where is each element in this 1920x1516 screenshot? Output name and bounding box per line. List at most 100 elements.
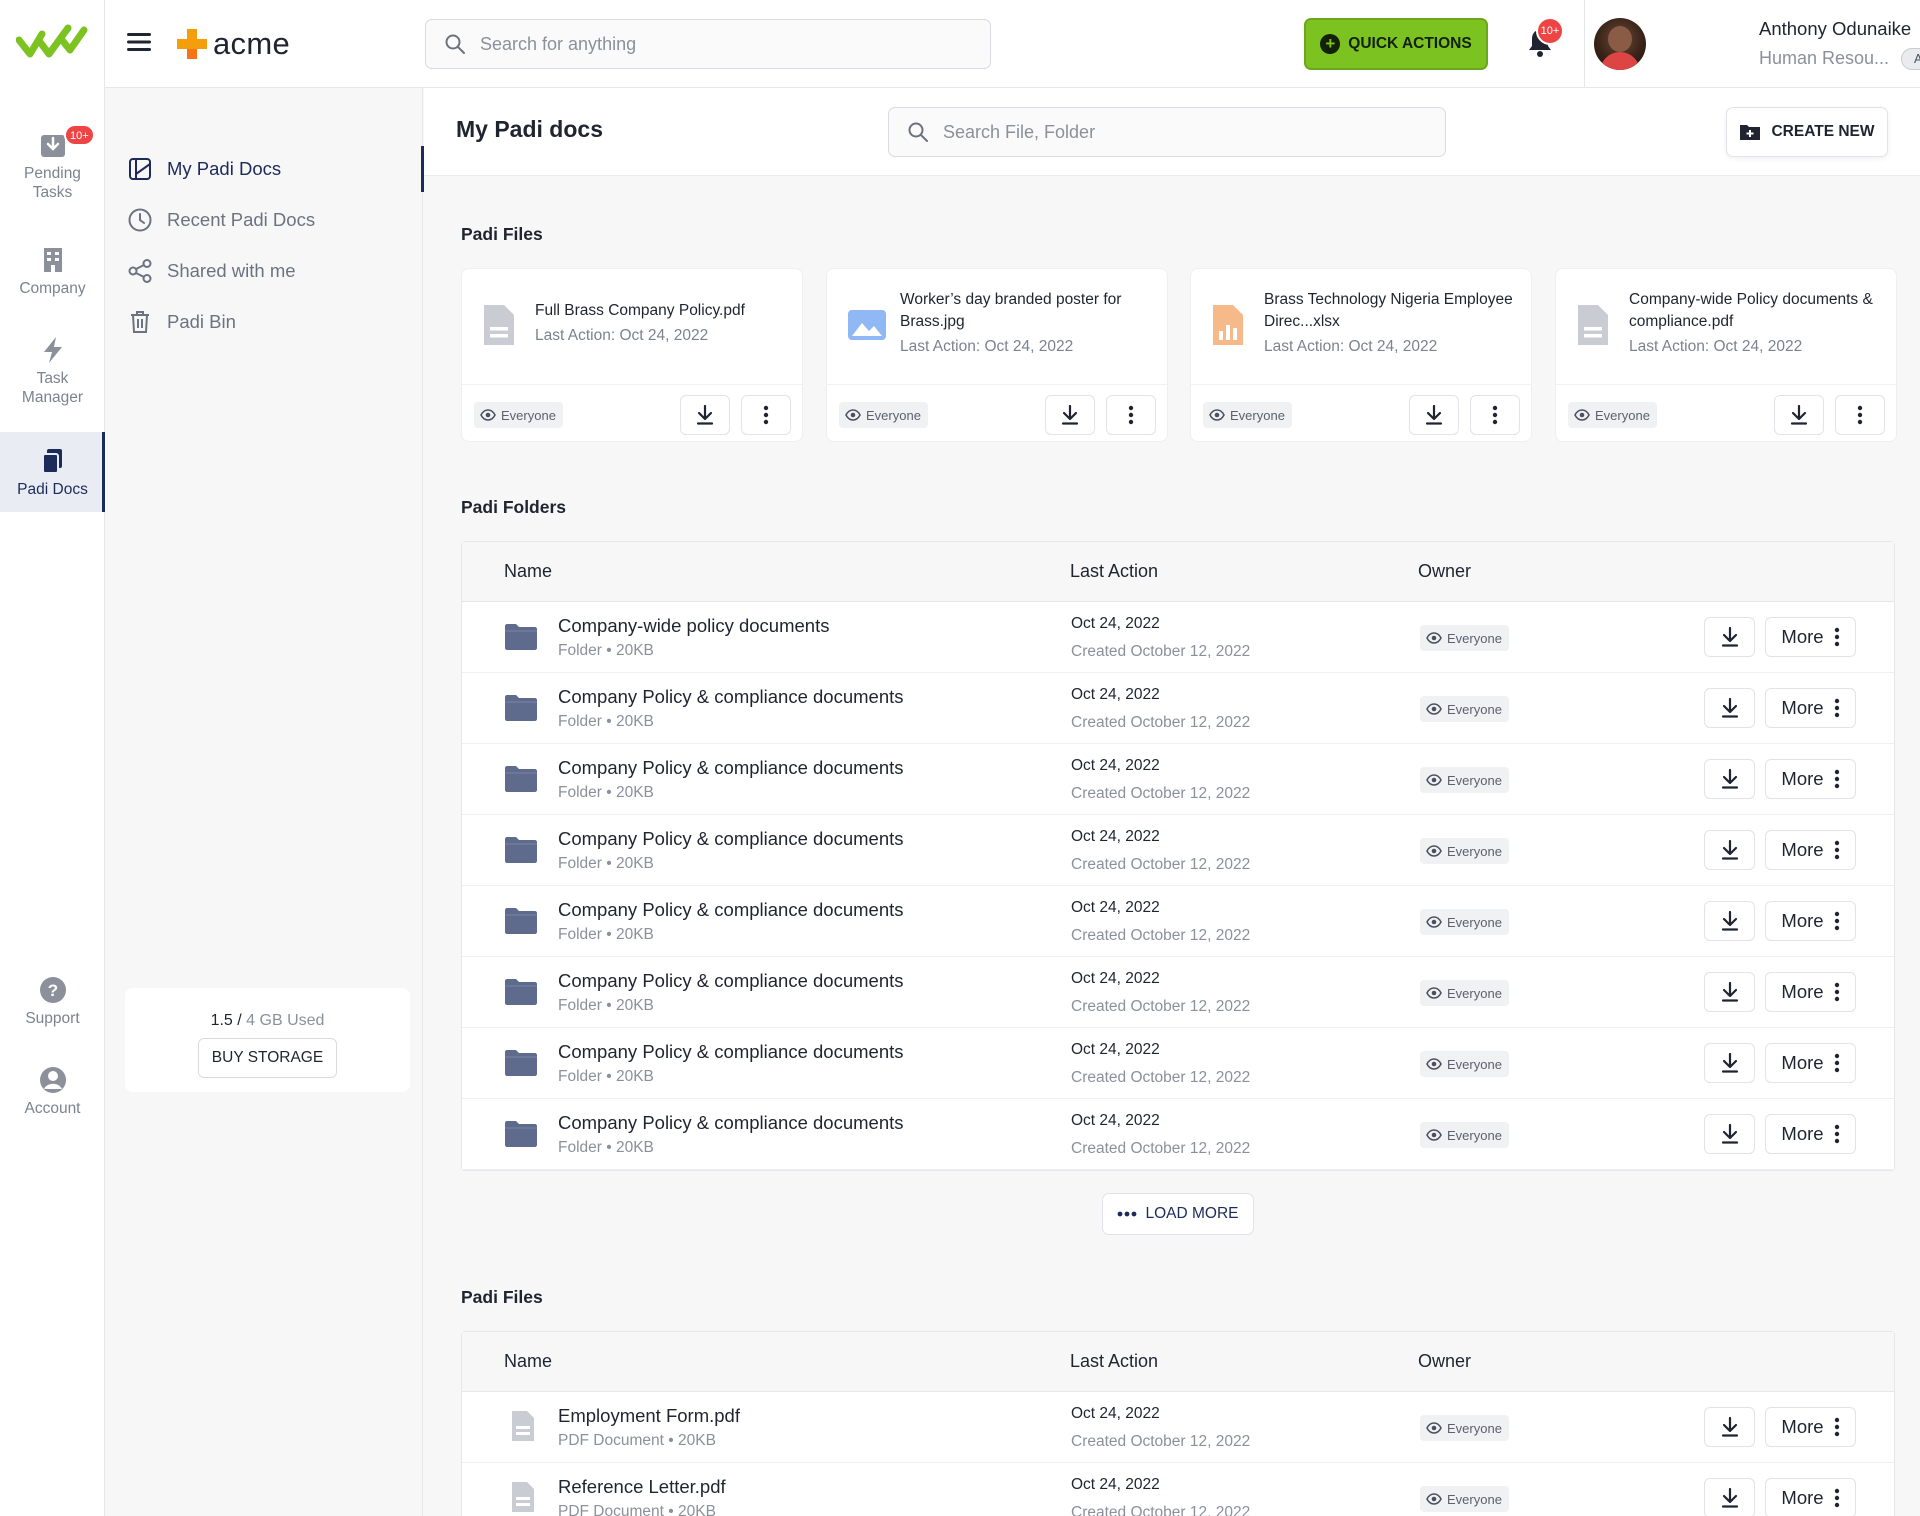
download-button[interactable] [1704, 901, 1755, 941]
download-icon [1721, 839, 1738, 860]
table-row[interactable]: Company Policy & compliance documents Fol… [462, 744, 1894, 815]
column-header-owner[interactable]: Owner [1418, 561, 1471, 582]
download-button[interactable] [1409, 395, 1459, 435]
owner-chip: Everyone [1420, 1415, 1509, 1441]
download-button[interactable] [1704, 617, 1755, 657]
more-button[interactable]: More [1765, 972, 1856, 1012]
column-header-name[interactable]: Name [504, 561, 552, 582]
buy-storage-button[interactable]: BUY STORAGE [198, 1038, 337, 1078]
file-card[interactable]: Full Brass Company Policy.pdf Last Action… [461, 268, 803, 442]
row-name[interactable]: Company Policy & compliance documents [558, 1041, 904, 1063]
download-button[interactable] [680, 395, 730, 435]
column-header-last-action[interactable]: Last Action [1070, 561, 1158, 582]
rail-item-company[interactable]: Company [0, 245, 105, 325]
row-created: Created October 12, 2022 [1071, 785, 1251, 802]
avatar[interactable] [1594, 18, 1646, 70]
eye-icon [845, 409, 861, 421]
more-button[interactable]: More [1765, 759, 1856, 799]
file-card[interactable]: Worker’s day branded poster for Brass.jp… [826, 268, 1168, 442]
column-header-last-action[interactable]: Last Action [1070, 1351, 1158, 1372]
download-button[interactable] [1045, 395, 1095, 435]
load-more-button[interactable]: LOAD MORE [1102, 1193, 1254, 1235]
table-row[interactable]: Company Policy & compliance documents Fol… [462, 1028, 1894, 1099]
card-more-button[interactable] [1106, 395, 1156, 435]
row-name[interactable]: Employment Form.pdf [558, 1405, 740, 1427]
more-button[interactable]: More [1765, 617, 1856, 657]
access-chip: Everyone [1568, 402, 1657, 428]
download-button[interactable] [1774, 395, 1824, 435]
file-search-input[interactable] [943, 121, 1423, 143]
more-button[interactable]: More [1765, 1114, 1856, 1154]
create-new-button[interactable]: CREATE NEW [1726, 107, 1888, 157]
global-search[interactable] [425, 19, 991, 69]
app-logo[interactable] [16, 18, 88, 64]
download-button[interactable] [1704, 1407, 1755, 1447]
table-row[interactable]: Company Policy & compliance documents Fol… [462, 815, 1894, 886]
hamburger-menu-icon[interactable] [125, 28, 153, 56]
card-more-button[interactable] [1835, 395, 1885, 435]
subnav-item-shared-with-me[interactable]: Shared with me [105, 248, 423, 294]
global-search-input[interactable] [480, 33, 960, 55]
row-name[interactable]: Company Policy & compliance documents [558, 1112, 904, 1134]
download-button[interactable] [1704, 1478, 1755, 1516]
subnav-item-my-padi-docs[interactable]: My Padi Docs [105, 146, 424, 192]
row-last-action: Oct 24, 2022 [1071, 1041, 1160, 1058]
more-button[interactable]: More [1765, 1478, 1856, 1516]
file-card[interactable]: Company-wide Policy documents & complian… [1555, 268, 1897, 442]
rail-item-label: Account [24, 1100, 81, 1117]
row-name[interactable]: Company-wide policy documents [558, 615, 829, 637]
more-button[interactable]: More [1765, 1043, 1856, 1083]
row-name[interactable]: Company Policy & compliance documents [558, 970, 904, 992]
column-header-name[interactable]: Name [504, 1351, 552, 1372]
rail-item-pending-tasks[interactable]: 10+ Pending Tasks [0, 124, 105, 210]
section-title-padi-files-list: Padi Files [461, 1287, 543, 1307]
access-chip: Everyone [1203, 402, 1292, 428]
file-card[interactable]: Brass Technology Nigeria Employee Direc.… [1190, 268, 1532, 442]
rail-item-padi-docs[interactable]: Padi Docs [0, 432, 105, 512]
table-row[interactable]: Company Policy & compliance documents Fol… [462, 957, 1894, 1028]
rail-item-label: Padi Docs [17, 481, 88, 498]
subnav-item-label: Shared with me [167, 260, 296, 281]
column-header-owner[interactable]: Owner [1418, 1351, 1471, 1372]
download-button[interactable] [1704, 1043, 1755, 1083]
table-row[interactable]: Company Policy & compliance documents Fol… [462, 673, 1894, 744]
download-icon [1721, 768, 1738, 789]
more-button[interactable]: More [1765, 830, 1856, 870]
more-button[interactable]: More [1765, 901, 1856, 941]
owner-chip: Everyone [1420, 838, 1509, 864]
table-row[interactable]: Company Policy & compliance documents Fol… [462, 886, 1894, 957]
row-name[interactable]: Company Policy & compliance documents [558, 899, 904, 921]
download-button[interactable] [1704, 1114, 1755, 1154]
rail-item-task-manager[interactable]: Task Manager [0, 335, 105, 415]
subnav-item-recent-padi-docs[interactable]: Recent Padi Docs [105, 197, 423, 243]
table-row[interactable]: Company Policy & compliance documents Fol… [462, 1099, 1894, 1170]
rail-item-account[interactable]: Account [0, 1065, 105, 1145]
eye-icon [480, 409, 496, 421]
brand[interactable]: acme [175, 24, 290, 64]
download-button[interactable] [1704, 972, 1755, 1012]
card-more-button[interactable] [1470, 395, 1520, 435]
row-last-action: Oct 24, 2022 [1071, 1405, 1160, 1422]
download-button[interactable] [1704, 830, 1755, 870]
kebab-menu-icon [1492, 405, 1498, 425]
row-name[interactable]: Company Policy & compliance documents [558, 757, 904, 779]
download-button[interactable] [1704, 688, 1755, 728]
table-row[interactable]: Reference Letter.pdf PDF Document • 20KB O… [462, 1463, 1894, 1516]
row-name[interactable]: Company Policy & compliance documents [558, 686, 904, 708]
table-row[interactable]: Employment Form.pdf PDF Document • 20KB Oc… [462, 1392, 1894, 1463]
row-meta: Folder • 20KB [558, 642, 654, 659]
table-row[interactable]: Company-wide policy documents Folder • 20… [462, 602, 1894, 673]
file-search[interactable] [888, 107, 1446, 157]
more-label: More [1781, 1487, 1824, 1508]
quick-actions-button[interactable]: + QUICK ACTIONS [1304, 18, 1488, 70]
rail-item-support[interactable]: ? Support [0, 975, 105, 1055]
row-name[interactable]: Company Policy & compliance documents [558, 828, 904, 850]
subnav-item-padi-bin[interactable]: Padi Bin [105, 299, 423, 345]
more-button[interactable]: More [1765, 688, 1856, 728]
download-button[interactable] [1704, 759, 1755, 799]
row-name[interactable]: Reference Letter.pdf [558, 1476, 726, 1498]
file-card-last-action: Last Action: Oct 24, 2022 [900, 338, 1074, 355]
card-more-button[interactable] [741, 395, 791, 435]
more-button[interactable]: More [1765, 1407, 1856, 1447]
create-new-label: CREATE NEW [1771, 123, 1875, 140]
